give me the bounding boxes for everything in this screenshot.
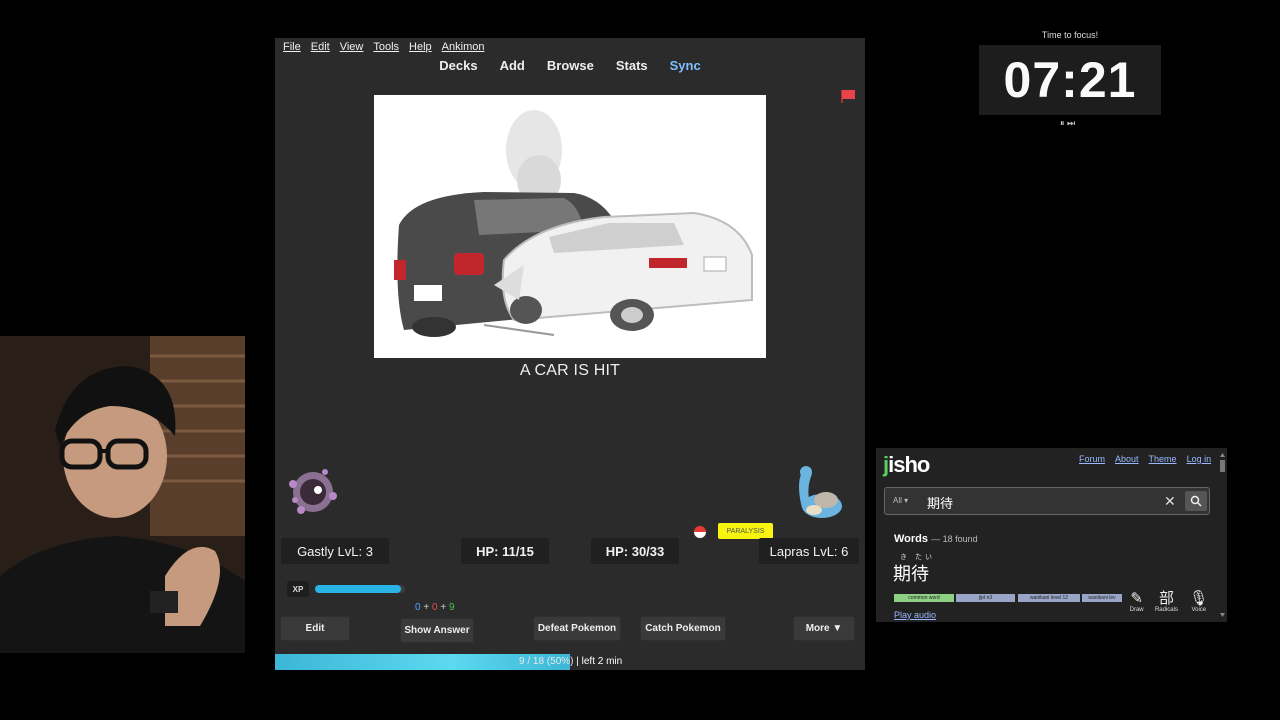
tag-wanikani: wanikani level 12: [1018, 594, 1080, 602]
more-button[interactable]: More ▼: [793, 616, 855, 641]
xp-label: XP: [287, 581, 309, 597]
screen: File Edit View Tools Help Ankimon Decks …: [0, 0, 1280, 720]
jisho-nav-about[interactable]: About: [1115, 454, 1139, 464]
tab-browse[interactable]: Browse: [547, 58, 594, 78]
draw-icon: ✎: [1130, 590, 1143, 607]
timer-controls[interactable]: ⏸ ⏭: [1060, 118, 1080, 129]
new-count: 0: [415, 602, 421, 613]
menu-file[interactable]: File: [283, 41, 301, 53]
jisho-search-bar: All ▾ 期待 ✕: [884, 487, 1210, 515]
player-hp: HP: 11/15: [461, 538, 549, 564]
tag-wanikani-2: wanikani lev: [1082, 594, 1122, 602]
word-kanji: 期待: [893, 564, 929, 584]
gastly-sprite: [289, 469, 337, 514]
jisho-logo[interactable]: jisho: [883, 452, 930, 478]
radicals-tool[interactable]: 部 Radicals: [1155, 590, 1178, 620]
draw-tool[interactable]: ✎ Draw: [1130, 590, 1144, 620]
card-counts: 0 + 0 + 9: [415, 602, 455, 613]
microphone-icon: 🎙: [1189, 590, 1209, 607]
menu-tools[interactable]: Tools: [373, 41, 399, 53]
review-count: 9: [448, 602, 455, 613]
jisho-logo-rest: isho: [888, 452, 930, 477]
learn-count: 0: [431, 602, 438, 613]
show-answer-button[interactable]: Show Answer: [400, 618, 474, 643]
edit-button[interactable]: Edit: [280, 616, 350, 641]
tab-decks[interactable]: Decks: [439, 58, 477, 78]
flag-icon[interactable]: [840, 89, 856, 103]
player-pokemon-level: Gastly LvL: 3: [281, 538, 389, 564]
jisho-filter-select[interactable]: All ▾: [893, 496, 908, 505]
status-badge: PARALYSIS: [718, 523, 773, 539]
menu-help[interactable]: Help: [409, 41, 432, 53]
card-front-text: A CAR IS HIT: [519, 362, 621, 379]
webcam-feed: [0, 336, 245, 653]
play-audio-link[interactable]: Play audio: [894, 610, 936, 620]
jisho-nav: Forum About Theme Log in: [1079, 454, 1211, 464]
menu-bar: File Edit View Tools Help Ankimon: [275, 38, 865, 56]
progress-count: 9 / 18 (50%): [519, 656, 574, 667]
voice-label: Voice: [1191, 607, 1207, 613]
draw-label: Draw: [1129, 607, 1144, 613]
xp-bar: [315, 585, 405, 593]
count-separator: +: [423, 602, 430, 613]
jisho-scrollbar[interactable]: [1220, 452, 1225, 618]
words-found-count: — 18 found: [931, 534, 978, 544]
menu-view[interactable]: View: [340, 41, 364, 53]
jisho-search-input[interactable]: 期待: [927, 493, 953, 512]
catch-pokemon-button[interactable]: Catch Pokemon: [640, 616, 726, 641]
anki-window: File Edit View Tools Help Ankimon Decks …: [275, 38, 865, 670]
card-image: [374, 95, 766, 358]
pokeball-icon: [693, 525, 707, 539]
voice-tool[interactable]: 🎙 Voice: [1189, 590, 1208, 620]
tab-sync[interactable]: Sync: [670, 58, 701, 78]
menu-ankimon[interactable]: Ankimon: [442, 41, 485, 53]
radicals-label: Radicals: [1154, 607, 1178, 613]
clear-icon[interactable]: ✕: [1164, 493, 1176, 510]
jisho-input-tools: ✎ Draw 部 Radicals 🎙 Voice: [1124, 590, 1214, 620]
search-button[interactable]: [1185, 491, 1207, 511]
jisho-window: jisho Forum About Theme Log in All ▾ 期待 …: [876, 448, 1227, 622]
defeat-pokemon-button[interactable]: Defeat Pokemon: [533, 616, 621, 641]
search-icon: [1190, 495, 1202, 507]
menu-edit[interactable]: Edit: [311, 41, 330, 53]
lapras-sprite: [799, 466, 842, 518]
jisho-nav-login[interactable]: Log in: [1187, 454, 1212, 464]
tag-common-word: common word: [894, 594, 954, 602]
count-separator: +: [440, 602, 447, 613]
tab-add[interactable]: Add: [500, 58, 525, 78]
jisho-words-heading: Words — 18 found: [894, 533, 978, 545]
jisho-nav-theme[interactable]: Theme: [1149, 454, 1177, 464]
enemy-hp: HP: 30/33: [591, 538, 679, 564]
review-progress-bar: 9 / 18 (50%) | left 2 min: [275, 654, 865, 670]
radicals-icon: 部: [1158, 590, 1174, 607]
tab-stats[interactable]: Stats: [616, 58, 648, 78]
enemy-pokemon-level: Lapras LvL: 6: [759, 538, 859, 564]
top-toolbar: Decks Add Browse Stats Sync: [275, 58, 865, 78]
review-progress-text: 9 / 18 (50%) | left 2 min: [519, 656, 622, 667]
tag-jlpt: jlpt n3: [956, 594, 1015, 602]
words-label: Words: [894, 533, 929, 545]
xp-bar-fill: [315, 585, 401, 593]
timer-display: 07:21: [979, 45, 1161, 115]
progress-time-left: | left 2 min: [576, 656, 623, 667]
jisho-nav-forum[interactable]: Forum: [1079, 454, 1105, 464]
timer-title: Time to focus!: [1041, 30, 1099, 40]
